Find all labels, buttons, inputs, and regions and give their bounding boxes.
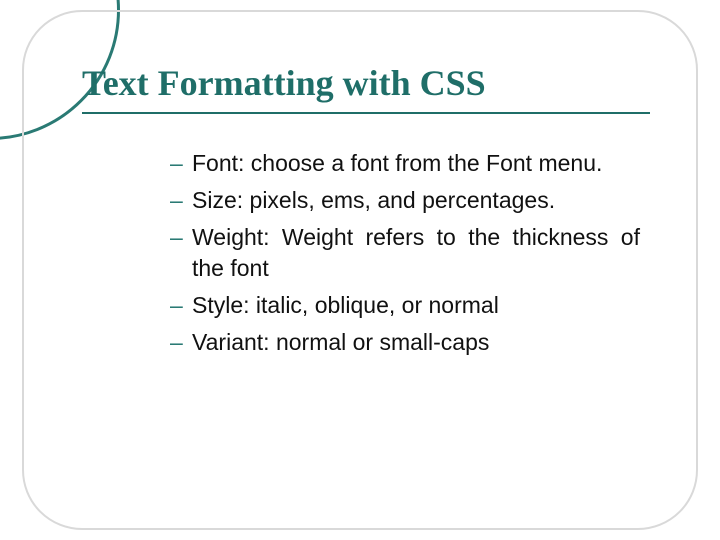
list-item: Style: italic, oblique, or normal xyxy=(170,290,640,321)
list-item: Size: pixels, ems, and percentages. xyxy=(170,185,640,216)
slide-title: Text Formatting with CSS xyxy=(82,62,650,114)
slide-body: Font: choose a font from the Font menu. … xyxy=(170,148,640,364)
bullet-list: Font: choose a font from the Font menu. … xyxy=(170,148,640,358)
list-item: Weight: Weight refers to the thickness o… xyxy=(170,222,640,284)
list-item: Font: choose a font from the Font menu. xyxy=(170,148,640,179)
list-item: Variant: normal or small-caps xyxy=(170,327,640,358)
